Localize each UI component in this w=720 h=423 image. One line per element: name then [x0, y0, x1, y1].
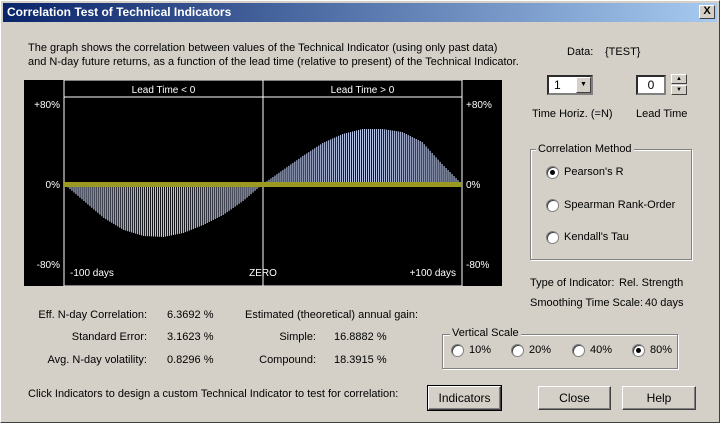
- y-tick-left: -80%: [37, 260, 60, 271]
- data-label: Data:: [567, 46, 594, 58]
- y-tick-right: 0%: [466, 180, 481, 191]
- annual-gain-label: Estimated (theoretical) annual gain:: [245, 309, 419, 321]
- lead-time-field[interactable]: 0: [636, 75, 666, 95]
- simple-gain-value: 16.8882 %: [334, 331, 387, 343]
- y-tick-right: -80%: [466, 260, 489, 271]
- volatility-label: Avg. N-day volatility:: [47, 354, 147, 366]
- scale-radio-80[interactable]: [632, 344, 645, 357]
- spin-up-icon[interactable]: ▲: [671, 74, 687, 84]
- simple-gain-label: Simple:: [279, 331, 316, 343]
- help-button[interactable]: Help: [622, 386, 696, 410]
- data-value: {TEST}: [605, 46, 641, 58]
- method-label-spearman-rank-order[interactable]: Spearman Rank-Order: [564, 199, 675, 211]
- method-radio-spearman-rank-order[interactable]: [546, 199, 559, 212]
- x-tick-label: +100 days: [410, 268, 456, 279]
- dialog-window: Correlation Test of Technical Indicators…: [0, 0, 720, 423]
- header-right-label: Lead Time > 0: [331, 85, 395, 96]
- scale-label-20[interactable]: 20%: [529, 344, 551, 356]
- correlation-method-title: Correlation Method: [536, 143, 634, 155]
- vertical-scale-title: Vertical Scale: [450, 327, 521, 339]
- scale-label-10[interactable]: 10%: [469, 344, 491, 356]
- time-horizon-label: Time Horiz. (=N): [532, 108, 613, 120]
- spin-down-icon[interactable]: ▼: [671, 85, 687, 95]
- y-tick-right: +80%: [466, 100, 492, 111]
- compound-gain-label: Compound:: [259, 354, 316, 366]
- chart-svg: +80% 0% -80% +80% 0% -80% Lead Time < 0 Lead Ti…: [34, 80, 492, 286]
- smoothing-label: Smoothing Time Scale:: [530, 297, 644, 309]
- correlation-chart: +80% 0% -80% +80% 0% -80% Lead Time < 0 Lead Ti…: [24, 80, 502, 286]
- close-button[interactable]: Close: [538, 386, 611, 410]
- method-label-kendall-s-tau[interactable]: Kendall's Tau: [564, 231, 629, 243]
- scale-label-80[interactable]: 80%: [650, 344, 672, 356]
- zero-line: [64, 182, 462, 187]
- description-line-1: The graph shows the correlation between …: [28, 42, 498, 54]
- y-tick-left: 0%: [46, 180, 61, 191]
- volatility-value: 0.8296 %: [167, 354, 214, 366]
- time-horizon-value: 1: [554, 78, 561, 92]
- scale-label-40[interactable]: 40%: [590, 344, 612, 356]
- indicator-type-label: Type of Indicator:: [530, 277, 615, 289]
- compound-gain-value: 18.3915 %: [334, 354, 387, 366]
- indicator-type-value: Rel. Strength: [619, 277, 684, 289]
- time-horizon-select[interactable]: 1 ▼: [547, 75, 593, 95]
- lead-time-label: Lead Time: [636, 108, 688, 120]
- method-radio-pearson-s-r[interactable]: [546, 166, 559, 179]
- indicators-button[interactable]: Indicators: [427, 385, 502, 411]
- header-left-label: Lead Time < 0: [132, 85, 196, 96]
- eff-correlation-value: 6.3692 %: [167, 309, 214, 321]
- smoothing-value: 40 days: [645, 297, 684, 309]
- title-bar: Correlation Test of Technical Indicators: [3, 3, 717, 22]
- standard-error-label: Standard Error:: [71, 331, 147, 343]
- description-line-2: and N-day future returns, as a function …: [28, 56, 519, 68]
- x-tick-label: -100 days: [70, 268, 114, 279]
- y-tick-left: +80%: [34, 100, 60, 111]
- eff-correlation-label: Eff. N-day Correlation:: [38, 309, 147, 321]
- scale-radio-10[interactable]: [451, 344, 464, 357]
- window-title: Correlation Test of Technical Indicators: [7, 5, 232, 19]
- method-label-pearson-s-r[interactable]: Pearson's R: [564, 166, 624, 178]
- method-radio-kendall-s-tau[interactable]: [546, 231, 559, 244]
- scale-radio-40[interactable]: [572, 344, 585, 357]
- standard-error-value: 3.1623 %: [167, 331, 214, 343]
- x-tick-label: ZERO: [249, 268, 277, 279]
- close-window-button[interactable]: X: [699, 5, 715, 19]
- footer-hint: Click Indicators to design a custom Tech…: [28, 388, 399, 400]
- scale-radio-20[interactable]: [511, 344, 524, 357]
- chevron-down-icon[interactable]: ▼: [576, 77, 591, 93]
